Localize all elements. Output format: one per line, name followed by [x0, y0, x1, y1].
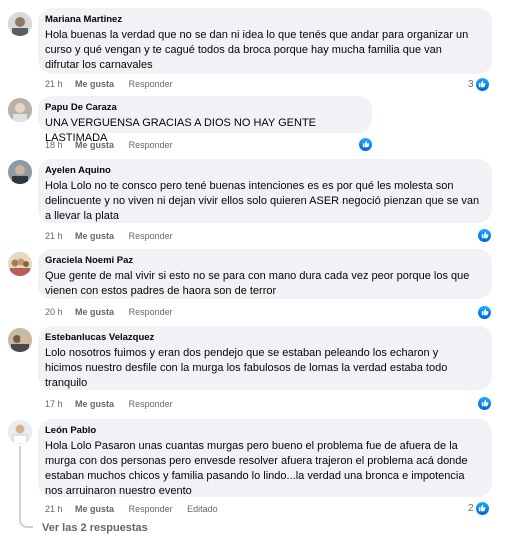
comment-text-line: tranquilo [45, 377, 88, 389]
comment-actions: 18 h Me gusta Responder [45, 139, 185, 151]
comment-text-line: murga con dos personas pero envesde reso… [45, 455, 468, 467]
reply-button[interactable]: Responder [129, 139, 173, 151]
reaction-count[interactable] [476, 396, 491, 410]
thread-connector [19, 446, 21, 518]
comment-author[interactable]: Mariana Martinez [45, 14, 482, 26]
comment-bubble: León Pablo Hola Lolo Pasaron unas cuanta… [38, 419, 492, 497]
comment-text-line: a llevar la plata [45, 210, 119, 222]
comment-author[interactable]: León Pablo [45, 425, 482, 437]
thumbs-up-icon [359, 137, 372, 151]
comment-actions: 20 h Me gusta Responder [45, 306, 185, 318]
comment-bubble: Mariana Martinez Hola buenas la verdad q… [38, 8, 492, 74]
comment-time[interactable]: 21 h [45, 503, 63, 515]
comment-text-line: delincuente y no viven ni dejan vivir el… [45, 195, 480, 207]
comment-actions: 21 h Me gusta Responder [45, 78, 185, 90]
reaction-count[interactable] [476, 228, 491, 242]
comment-author[interactable]: Graciela Noemi Paz [45, 255, 482, 267]
avatar[interactable] [8, 252, 32, 276]
comment-text-line: vienen con estos padres de haora son de … [45, 285, 277, 297]
comment-bubble: Papu De Caraza UNA VERGUENSA GRACIAS A D… [38, 96, 372, 144]
like-button[interactable]: Me gusta [75, 398, 114, 410]
avatar[interactable] [8, 420, 32, 444]
comment-text-line: estaban muchos chicos y familia pasando … [45, 470, 465, 482]
comment-text-line: curso y qué vengan y te cagué todos da b… [45, 44, 442, 56]
avatar[interactable] [8, 98, 32, 122]
reaction-count[interactable] [357, 137, 372, 151]
thumbs-up-icon [478, 305, 491, 319]
comment-text-line: Lolo nosotros fuimos y eran dos pendejo … [45, 347, 439, 359]
thumbs-up-icon [478, 228, 491, 242]
thumbs-up-icon [475, 501, 489, 515]
comment-text-line: Hola Lolo no te consco pero tené buenas … [45, 180, 454, 192]
thumbs-up-icon [475, 77, 489, 91]
reaction-number: 3 [468, 78, 474, 90]
comment-author[interactable]: Estebanlucas Velazquez [45, 332, 482, 344]
comment-bubble: Ayelen Aquino Hola Lolo no te consco per… [38, 159, 492, 223]
comment-actions: 21 h Me gusta Responder [45, 230, 185, 242]
comment-bubble: Estebanlucas Velazquez Lolo nosotros fui… [38, 326, 492, 390]
reply-button[interactable]: Responder [129, 306, 173, 318]
like-button[interactable]: Me gusta [75, 306, 114, 318]
reaction-count[interactable]: 2 [468, 501, 489, 515]
thumbs-up-icon [478, 396, 491, 410]
comment-text-line: Hola buenas la verdad que no se dan ni i… [45, 29, 469, 41]
comment-author[interactable]: Ayelen Aquino [45, 165, 482, 177]
comment-text-line: Hola Lolo Pasaron unas cuantas murgas pe… [45, 440, 458, 452]
comment-actions: 21 h Me gusta Responder Editado [45, 503, 218, 515]
like-button[interactable]: Me gusta [75, 230, 114, 242]
comment-actions: 17 h Me gusta Responder [45, 398, 185, 410]
reaction-count[interactable]: 3 [468, 77, 489, 91]
comment-text-line: difrutar los carnavales [45, 59, 153, 71]
comment-text-line: hicimos nuestro desfile con la murga los… [45, 362, 448, 374]
comment-time[interactable]: 18 h [45, 139, 63, 151]
comment-bubble: Graciela Noemi Paz Que gente de mal vivi… [38, 249, 492, 299]
like-button[interactable]: Me gusta [75, 139, 114, 151]
like-button[interactable]: Me gusta [75, 503, 114, 515]
reaction-number: 2 [468, 502, 474, 514]
edited-label: Editado [187, 504, 218, 514]
like-button[interactable]: Me gusta [75, 78, 114, 90]
comment-time[interactable]: 20 h [45, 306, 63, 318]
avatar[interactable] [8, 12, 32, 36]
thread-connector-curve [19, 516, 33, 528]
reply-button[interactable]: Responder [129, 230, 173, 242]
comment-time[interactable]: 21 h [45, 78, 63, 90]
comment-author[interactable]: Papu De Caraza [45, 102, 362, 114]
comment-text-line: nos arruinaron nuestro evento [45, 485, 192, 497]
reaction-count[interactable] [476, 305, 491, 319]
avatar[interactable] [8, 328, 32, 352]
avatar[interactable] [8, 160, 32, 184]
comment-text-line: Que gente de mal vivir si esto no se par… [45, 270, 470, 282]
comment-time[interactable]: 21 h [45, 230, 63, 242]
reply-button[interactable]: Responder [129, 503, 173, 515]
reply-button[interactable]: Responder [129, 398, 173, 410]
reply-button[interactable]: Responder [129, 78, 173, 90]
comment-time[interactable]: 17 h [45, 398, 63, 410]
view-replies-link[interactable]: Ver las 2 respuestas [42, 522, 148, 534]
